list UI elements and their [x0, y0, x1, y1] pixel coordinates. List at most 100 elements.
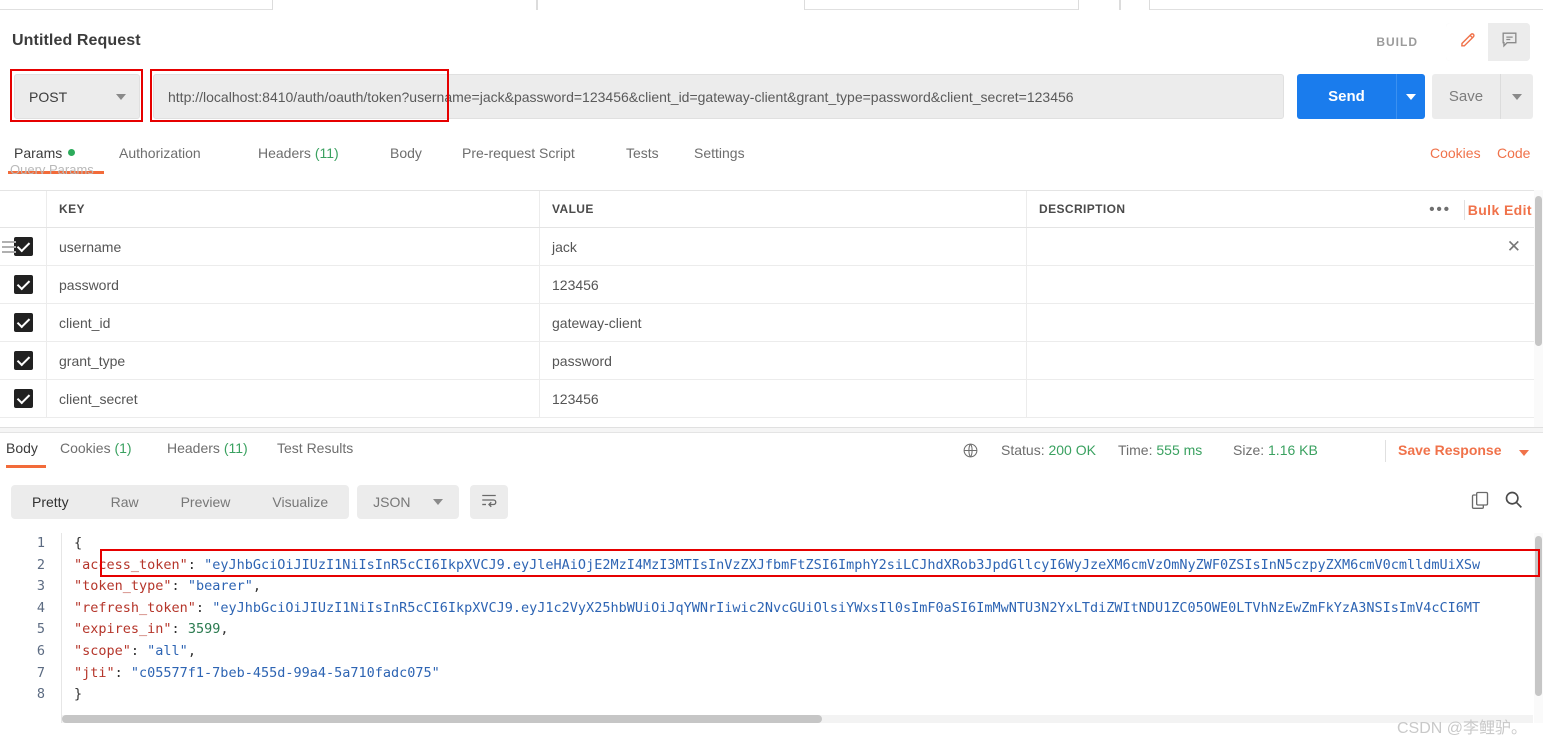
search-button[interactable]: [1503, 489, 1524, 515]
drag-handle-icon[interactable]: [2, 241, 16, 256]
view-mode-visualize[interactable]: Visualize: [251, 485, 349, 519]
http-method-select[interactable]: POST: [14, 74, 140, 119]
table-row[interactable]: password 123456: [0, 266, 1543, 304]
param-value-input[interactable]: jack: [540, 228, 1027, 265]
pane-divider[interactable]: [0, 427, 1543, 433]
bulk-edit-link[interactable]: Bulk Edit: [1468, 202, 1532, 218]
cookies-link[interactable]: Cookies: [1430, 145, 1481, 161]
response-body-viewer[interactable]: 1 2 3 4 5 6 7 8 { "access_token": "eyJhb…: [0, 533, 1543, 723]
tab-pre-request-script[interactable]: Pre-request Script: [462, 145, 575, 161]
select-all-cell[interactable]: [0, 191, 47, 227]
param-key-input[interactable]: grant_type: [47, 342, 540, 379]
param-value-input[interactable]: password: [540, 342, 1027, 379]
response-format-select[interactable]: JSON: [357, 485, 459, 519]
param-value-input[interactable]: gateway-client: [540, 304, 1027, 341]
tab-headers[interactable]: Headers (11): [258, 145, 339, 161]
table-row[interactable]: client_secret 123456: [0, 380, 1543, 418]
params-scrollbar-thumb[interactable]: [1535, 196, 1542, 346]
param-value-input[interactable]: 123456: [540, 266, 1027, 303]
response-tab-headers-label: Headers: [167, 440, 220, 456]
tab-headers-label: Headers: [258, 145, 311, 161]
response-tab-headers[interactable]: Headers (11): [167, 440, 248, 456]
code-token: "eyJhbGciOiJIUzI1NiIsInR5cCI6IkpXVCJ9.ey…: [212, 599, 1481, 616]
more-options-icon[interactable]: •••: [1429, 202, 1451, 217]
row-checkbox[interactable]: [13, 237, 33, 256]
remove-row-icon[interactable]: ✕: [1507, 237, 1521, 257]
tab-strip-segment[interactable]: [272, 0, 537, 10]
code-token: 3599: [187, 621, 221, 638]
comment-icon: [1500, 30, 1519, 54]
http-method-label: POST: [29, 88, 68, 105]
code-horizontal-scrollbar[interactable]: [62, 715, 1533, 723]
word-wrap-button[interactable]: [469, 485, 508, 519]
send-options-button[interactable]: [1396, 74, 1425, 119]
tab-body[interactable]: Body: [390, 145, 422, 161]
param-key-input[interactable]: client_secret: [47, 380, 540, 417]
status-label: Status:: [1001, 442, 1045, 458]
globe-icon: [962, 442, 979, 464]
response-tab-body[interactable]: Body: [6, 440, 38, 456]
save-button[interactable]: Save: [1432, 74, 1500, 119]
table-row[interactable]: username jack ✕: [0, 228, 1543, 266]
response-tab-test-results[interactable]: Test Results: [277, 440, 353, 456]
response-scrollbar-thumb[interactable]: [1535, 536, 1542, 696]
time-value: 555 ms: [1156, 442, 1203, 458]
view-mode-raw[interactable]: Raw: [90, 485, 160, 519]
response-tab-headers-count: (11): [223, 440, 248, 456]
tab-authorization[interactable]: Authorization: [119, 145, 201, 161]
table-row[interactable]: grant_type password: [0, 342, 1543, 380]
row-enable-cell[interactable]: [0, 304, 47, 341]
view-mode-preview[interactable]: Preview: [160, 485, 252, 519]
param-key-input[interactable]: username: [47, 228, 540, 265]
row-checkbox[interactable]: [13, 275, 33, 294]
view-mode-pretty[interactable]: Pretty: [11, 485, 90, 519]
code-link[interactable]: Code: [1497, 145, 1530, 161]
chevron-down-icon: [1512, 93, 1522, 100]
code-lines[interactable]: { "access_token": "eyJhbGciOiJIUzI1NiIsI…: [62, 533, 1543, 723]
save-response-button[interactable]: Save Response: [1398, 442, 1502, 458]
comment-button[interactable]: [1488, 23, 1530, 61]
code-horizontal-scrollbar-thumb[interactable]: [62, 715, 822, 723]
row-enable-cell[interactable]: [0, 228, 47, 265]
row-checkbox[interactable]: [13, 389, 33, 408]
row-enable-cell[interactable]: [0, 266, 47, 303]
tab-settings[interactable]: Settings: [694, 145, 745, 161]
line-number: 8: [36, 686, 45, 703]
code-line: {: [62, 533, 1543, 555]
param-description-input[interactable]: ✕: [1027, 228, 1543, 265]
chevron-down-icon: [432, 499, 443, 505]
table-row[interactable]: client_id gateway-client: [0, 304, 1543, 342]
param-key-input[interactable]: password: [47, 266, 540, 303]
edit-mode-button[interactable]: [1446, 23, 1488, 61]
response-tab-cookies-count: (1): [114, 440, 132, 456]
response-tab-cookies[interactable]: Cookies (1): [60, 440, 132, 456]
param-description-input[interactable]: [1027, 380, 1543, 417]
param-key-input[interactable]: client_id: [47, 304, 540, 341]
param-value-input[interactable]: 123456: [540, 380, 1027, 417]
column-header-key: KEY: [47, 191, 540, 227]
copy-button[interactable]: [1470, 490, 1490, 515]
param-description-input[interactable]: [1027, 304, 1543, 341]
divider: [1464, 200, 1465, 220]
time-label: Time:: [1118, 442, 1153, 458]
tab-params[interactable]: Params: [14, 145, 76, 161]
tab-strip-segment[interactable]: [1078, 0, 1120, 10]
save-options-button[interactable]: [1500, 74, 1533, 119]
tab-tests[interactable]: Tests: [626, 145, 659, 161]
query-params-heading: Query Params: [10, 162, 94, 174]
tab-strip-segment[interactable]: [1120, 0, 1150, 10]
row-enable-cell[interactable]: [0, 342, 47, 379]
code-token: :: [195, 599, 213, 616]
row-checkbox[interactable]: [13, 313, 33, 332]
response-format-label: JSON: [373, 494, 411, 510]
row-enable-cell[interactable]: [0, 380, 47, 417]
param-description-input[interactable]: [1027, 342, 1543, 379]
line-number: 6: [36, 642, 45, 659]
chevron-down-icon[interactable]: [1519, 450, 1529, 456]
param-description-input[interactable]: [1027, 266, 1543, 303]
send-button[interactable]: Send: [1297, 74, 1396, 119]
url-input[interactable]: http://localhost:8410/auth/oauth/token?u…: [153, 74, 1284, 119]
tab-strip-segment[interactable]: [537, 0, 805, 10]
word-wrap-icon: [480, 492, 498, 513]
row-checkbox[interactable]: [13, 351, 33, 370]
